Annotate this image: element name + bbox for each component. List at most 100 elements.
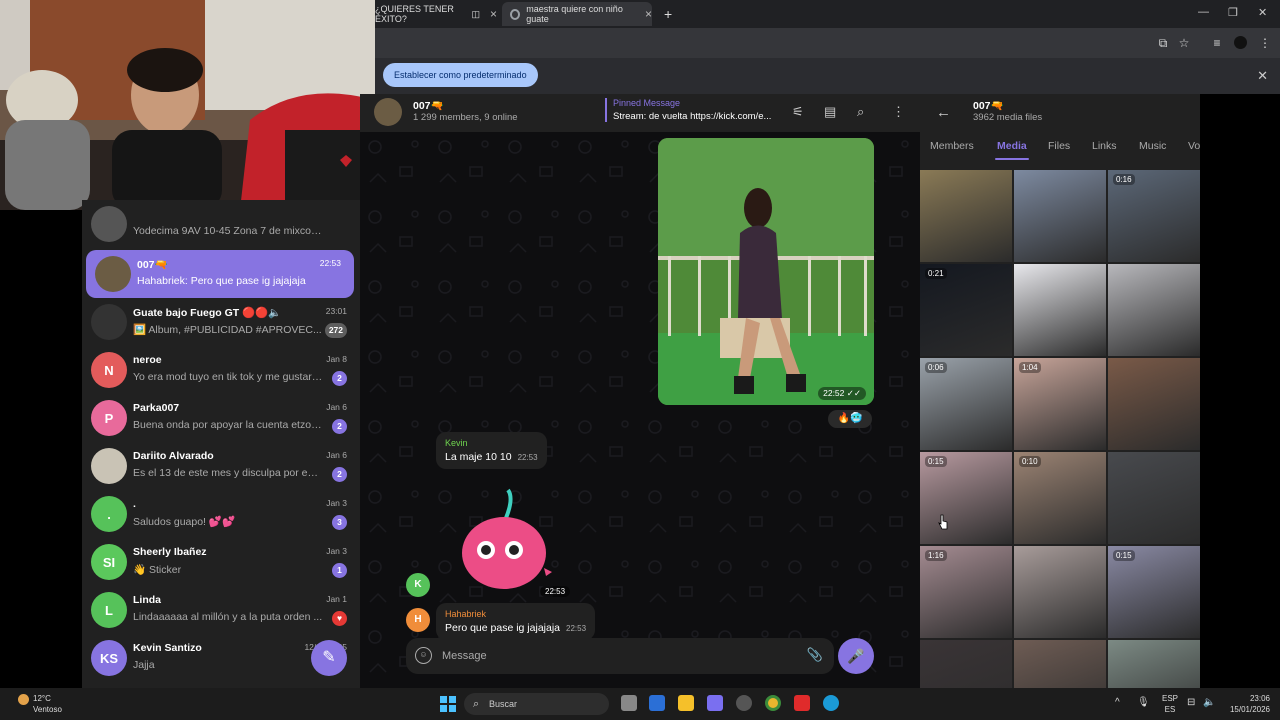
volume-icon[interactable]: 🔈 bbox=[1203, 697, 1215, 708]
chat-preview: 🖼️ Album, #PUBLICIDAD #APROVEC... bbox=[133, 324, 322, 336]
chat-avatar: N bbox=[91, 352, 127, 388]
attach-icon[interactable]: 📎 bbox=[807, 647, 823, 663]
bookmark-star-icon[interactable]: ☆ bbox=[1176, 35, 1192, 51]
chat-list-item[interactable]: Nneroe Yo era mod tuyo en tik tok y me gu… bbox=[82, 346, 360, 394]
chat-name: Kevin Santizo bbox=[133, 642, 202, 654]
message-bubble[interactable]: Kevin La maje 10 10 22:53 bbox=[436, 432, 547, 469]
task-view-icon[interactable] bbox=[621, 695, 637, 711]
photo-message[interactable]: 22:52 ✓✓ bbox=[658, 138, 874, 405]
chat-preview: Buena onda por apoyar la cuenta etzon... bbox=[133, 419, 323, 431]
message-input[interactable] bbox=[442, 646, 782, 666]
menu-dots-icon[interactable]: ⋮ bbox=[1257, 35, 1273, 51]
media-thumbnail[interactable] bbox=[1014, 170, 1106, 262]
close-window-icon[interactable]: ✕ bbox=[1258, 6, 1267, 19]
install-app-icon[interactable]: ⧉ bbox=[1155, 35, 1171, 51]
pinned-message[interactable]: Pinned Message Stream: de vuelta https:/… bbox=[605, 98, 780, 122]
taskbar-search[interactable]: ⌕ Buscar bbox=[464, 693, 609, 715]
emoji-icon[interactable]: ☺ bbox=[415, 647, 432, 664]
tab-music[interactable]: Music bbox=[1139, 140, 1166, 152]
sender-avatar[interactable]: K bbox=[406, 573, 430, 597]
group-avatar[interactable] bbox=[374, 98, 402, 126]
discussion-icon[interactable]: ▤ bbox=[824, 104, 836, 120]
clock[interactable]: 23:06 15/01/2026 bbox=[1222, 693, 1270, 715]
media-thumbnail[interactable]: 1:04 bbox=[1014, 358, 1106, 450]
cherry-sticker[interactable] bbox=[456, 488, 556, 593]
media-thumbnail[interactable] bbox=[1108, 264, 1200, 356]
media-thumbnail[interactable]: 0:16 bbox=[1108, 170, 1200, 262]
message-composer: ☺ 📎 bbox=[406, 638, 834, 674]
media-thumbnail[interactable]: 0:10 bbox=[1014, 452, 1106, 544]
chat-header[interactable]: 007🔫 1 299 members, 9 online Pinned Mess… bbox=[360, 94, 920, 132]
tab-links[interactable]: Links bbox=[1092, 140, 1117, 152]
chrome-icon[interactable] bbox=[765, 695, 781, 711]
live-stream-icon[interactable]: ⚟ bbox=[792, 104, 804, 120]
chat-preview: Saludos guapo! 💕💕 bbox=[133, 516, 236, 528]
copilot-icon[interactable] bbox=[707, 695, 723, 711]
back-arrow-icon[interactable]: ← bbox=[936, 104, 951, 121]
chat-name: Sheerly Ibañez bbox=[133, 546, 207, 558]
media-thumbnail[interactable]: 0:21 bbox=[920, 264, 1012, 356]
new-tab-button[interactable]: + bbox=[664, 2, 672, 26]
close-tab-icon[interactable]: × bbox=[645, 7, 652, 21]
media-thumbnail[interactable]: 0:15 bbox=[1108, 546, 1200, 638]
language-code: ESP bbox=[1162, 694, 1179, 703]
windows-start-icon[interactable] bbox=[440, 696, 456, 712]
chat-avatar bbox=[91, 448, 127, 484]
store-icon[interactable] bbox=[649, 695, 665, 711]
video-duration: 0:06 bbox=[925, 362, 947, 373]
media-control-icon[interactable]: ≡ bbox=[1209, 35, 1225, 51]
media-thumbnail[interactable] bbox=[920, 170, 1012, 262]
chat-list-item[interactable]: L Linda Lindaaaaaa al millón y a la puta o… bbox=[82, 586, 360, 634]
set-default-button[interactable]: Establecer como predeterminado bbox=[383, 63, 538, 87]
tab-voice[interactable]: Vo bbox=[1188, 140, 1200, 152]
file-explorer-icon[interactable] bbox=[678, 695, 694, 711]
media-thumbnail[interactable] bbox=[1108, 358, 1200, 450]
edge-icon[interactable] bbox=[823, 695, 839, 711]
tab-members[interactable]: Members bbox=[930, 140, 974, 152]
microphone-icon[interactable]: 🎙 bbox=[1137, 697, 1150, 708]
microphone-button[interactable]: 🎤 bbox=[838, 638, 874, 674]
chat-view: 007🔫 1 299 members, 9 online Pinned Mess… bbox=[360, 94, 920, 688]
chat-preview: Es el 13 de este mes y disculpa por esc.… bbox=[133, 467, 323, 479]
browser-tab[interactable]: ¿QUIERES TENER ÉXITO? ◫ × bbox=[365, 2, 497, 26]
chat-avatar: P bbox=[91, 400, 127, 436]
default-browser-infobar: Establecer como predeterminado ✕ bbox=[375, 58, 1280, 94]
close-tab-icon[interactable]: × bbox=[490, 7, 497, 21]
chat-list-item[interactable]: P Parka007 Buena onda por apoyar la cuenta… bbox=[82, 394, 360, 442]
media-thumbnail[interactable] bbox=[1014, 264, 1106, 356]
search-icon[interactable]: ⌕ bbox=[857, 104, 864, 120]
restore-icon[interactable]: ❐ bbox=[1228, 6, 1238, 19]
compose-button[interactable]: ✎ bbox=[311, 640, 347, 676]
language-indicator[interactable]: ESP ES bbox=[1162, 693, 1178, 715]
media-thumbnail[interactable]: 1:16 bbox=[920, 546, 1012, 638]
chat-list-item[interactable]: .. Saludos guapo! 💕💕 Jan 3 3 bbox=[82, 490, 360, 538]
browser-tab-active[interactable]: maestra quiere con niño guate × bbox=[502, 2, 652, 26]
right-margin bbox=[1200, 94, 1280, 688]
network-icon[interactable]: ⊟ bbox=[1187, 697, 1195, 708]
youtube-icon[interactable] bbox=[794, 695, 810, 711]
more-icon[interactable]: ⋮ bbox=[892, 104, 905, 120]
media-thumbnail[interactable] bbox=[1108, 640, 1200, 688]
chevron-up-icon[interactable]: ^ bbox=[1115, 697, 1120, 708]
browser-tab-bar: ¿QUIERES TENER ÉXITO? ◫ × maestra quiere… bbox=[375, 0, 1280, 28]
chat-list-item[interactable]: Yodecima 9AV 10-45 Zona 7 de mixco, la..… bbox=[82, 200, 360, 248]
minimize-icon[interactable]: — bbox=[1198, 6, 1209, 18]
chat-list-item[interactable]: SI Sheerly Ibañez 👋 Sticker Jan 3 1 bbox=[82, 538, 360, 586]
message-bubble[interactable]: Hahabriek Pero que pase ig jajajaja 22:53 bbox=[436, 603, 596, 640]
chat-list-item[interactable]: 007🔫 Hahabriek: Pero que pase ig jajajaja… bbox=[86, 250, 354, 298]
close-infobar-icon[interactable]: ✕ bbox=[1257, 68, 1268, 84]
chat-list-item[interactable]: Dariito Alvarado Es el 13 de este mes y d… bbox=[82, 442, 360, 490]
app-icon[interactable] bbox=[736, 695, 752, 711]
tab-files[interactable]: Files bbox=[1048, 140, 1070, 152]
profile-avatar[interactable] bbox=[1232, 35, 1248, 51]
media-thumbnail[interactable] bbox=[1014, 546, 1106, 638]
media-thumbnail[interactable] bbox=[1108, 452, 1200, 544]
media-thumbnail[interactable] bbox=[1014, 640, 1106, 688]
media-thumbnail[interactable] bbox=[920, 640, 1012, 688]
message-reactions[interactable]: 🔥🥶 bbox=[828, 410, 872, 428]
media-thumbnail[interactable]: 0:15 bbox=[920, 452, 1012, 544]
chat-list-item[interactable]: Guate bajo Fuego GT 🔴🔴🔈 🖼️ Album, #PUBLIC… bbox=[82, 298, 360, 346]
tab-media[interactable]: Media bbox=[997, 140, 1027, 152]
media-thumbnail[interactable]: 0:06 bbox=[920, 358, 1012, 450]
sender-avatar[interactable]: H bbox=[406, 608, 430, 632]
